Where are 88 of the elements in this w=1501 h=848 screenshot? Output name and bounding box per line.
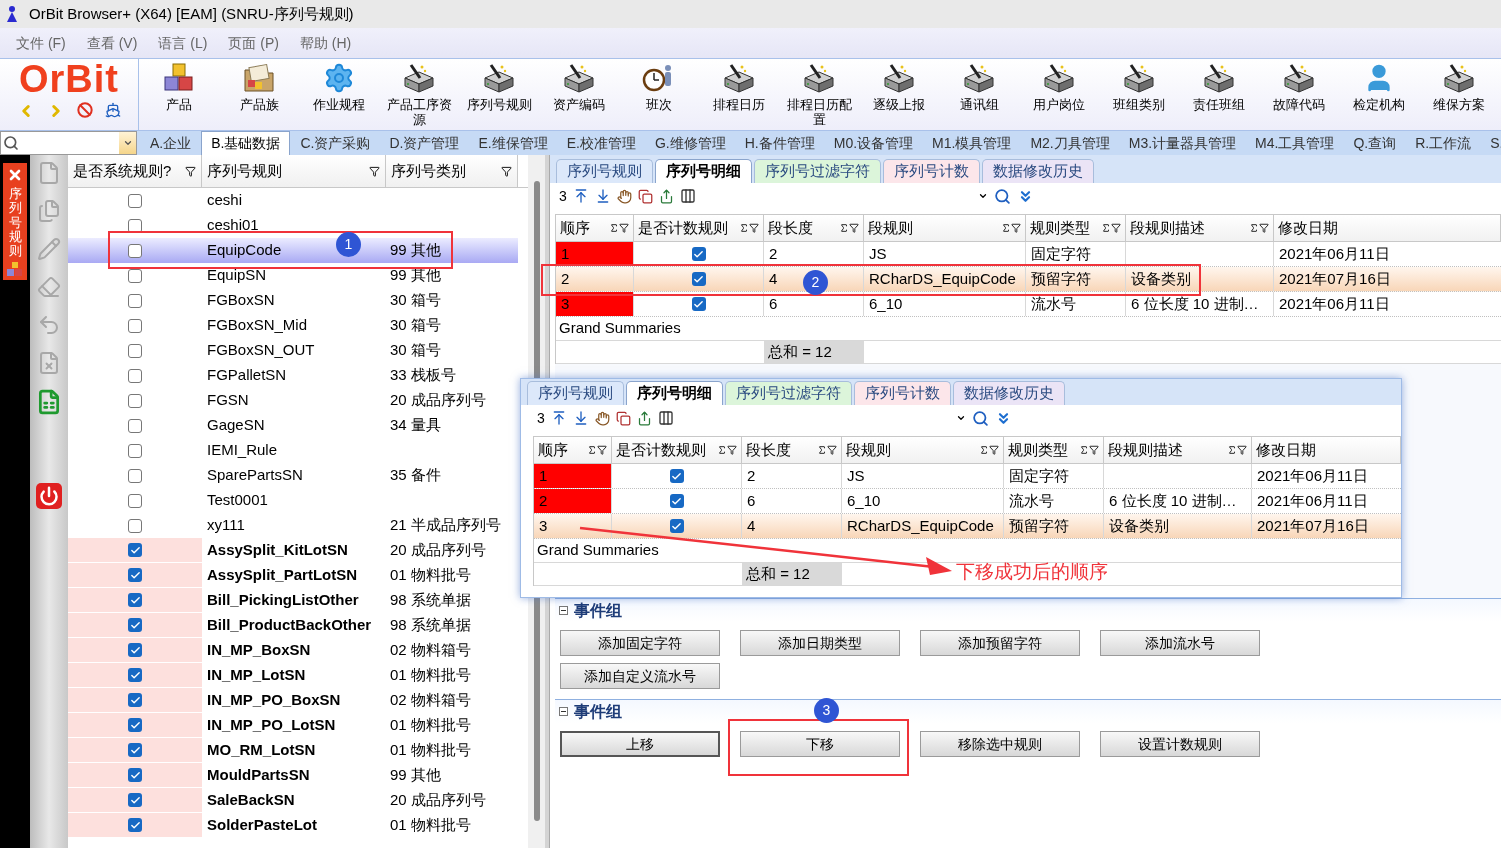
table-cell: JS (864, 242, 1026, 266)
table-cell-text: 98 系统单据 (390, 615, 471, 636)
table-cell: 1 (534, 464, 612, 488)
table-cell: 2 (764, 242, 864, 266)
summary-cell: 总和 = 12 (764, 341, 864, 363)
callout-label: 下移成功后的顺序 (956, 560, 1108, 584)
table-cell-text: 20 成品序列号 (390, 390, 486, 411)
table-cell-text: 30 箱号 (390, 290, 441, 311)
logo: OrBit (19, 59, 119, 99)
table-cell-text: 6 位长度 10 进制… (1109, 490, 1237, 511)
table-cell-text: 34 量具 (390, 415, 441, 436)
table-cell-text: 6 位长度 10 进制… (1131, 293, 1259, 314)
table-cell-text: EquipSN (207, 265, 267, 286)
table-cell-text: 20 成品序列号 (390, 790, 486, 811)
table-cell-text: FGSN (207, 390, 249, 411)
table-cell: RCharDS_EquipCode (864, 267, 1026, 291)
table-cell-text: IEMI_Rule (207, 440, 278, 461)
table-cell-text: SaleBackSN (207, 790, 295, 811)
table-cell: 流水号 (1004, 489, 1104, 513)
window-title: OrBit Browser+ (X64) [EAM] (SNRU-序列号规则) (29, 3, 354, 24)
table-cell: 预留字符 (1004, 514, 1104, 538)
table-cell-text: 99 其他 (390, 765, 441, 786)
table-cell-text: 21 半成品序列号 (390, 515, 501, 536)
table-cell: 固定字符 (1004, 464, 1104, 488)
table-cell-text: FGBoxSN_OUT (207, 340, 315, 361)
table-cell-text: 30 箱号 (390, 340, 441, 361)
table-cell-text: 2021年06月11日 (1278, 243, 1391, 264)
table-cell-text: 99 其他 (390, 240, 441, 261)
table-cell-text: SolderPasteLot (207, 815, 318, 836)
table-cell-text: MO_RM_LotSN (207, 740, 316, 761)
summary-cell: 总和 = 12 (742, 563, 842, 585)
table-cell-text: 2021年06月11日 (1256, 465, 1369, 486)
table-cell-text: FGBoxSN_Mid (207, 315, 308, 336)
table-cell: 6 (742, 489, 842, 513)
table-cell-text: FGPalletSN (207, 365, 287, 386)
table-cell-text: SparePartsSN (207, 465, 303, 486)
table-cell-text: xy111 (207, 515, 245, 536)
table-cell-text: 33 栈板号 (390, 365, 456, 386)
table-cell-text: 20 成品序列号 (390, 540, 486, 561)
table-cell: 预留字符 (1026, 267, 1126, 291)
table-cell-text: IN_MP_LotSN (207, 665, 306, 686)
table-cell-text: 2021年06月11日 (1256, 490, 1369, 511)
table-cell-text: IN_MP_BoxSN (207, 640, 311, 661)
table-cell: 6_10 (842, 489, 1004, 513)
table-cell: 4 (742, 514, 842, 538)
record-count: 3 (537, 408, 545, 428)
table-cell-text: ceshi (207, 190, 243, 211)
table-cell-text: 设备类别 (1131, 268, 1191, 289)
table-cell: 3 (534, 514, 612, 538)
table-cell: 6_10 (864, 292, 1026, 316)
table-cell: 2 (556, 267, 634, 291)
table-cell-text: MouldPartsSN (207, 765, 310, 786)
summary-label: Grand Summaries (559, 318, 681, 339)
table-cell-text: ceshi01 (207, 215, 259, 236)
table-cell-text: Bill_PickingListOther (207, 590, 359, 611)
table-cell-text: AssySplit_PartLotSN (207, 565, 358, 586)
table-cell-text: 30 箱号 (390, 315, 441, 336)
table-cell-text: Bill_ProductBackOther (207, 615, 372, 636)
table-cell: 2 (534, 489, 612, 513)
table-cell-text: 2021年07月16日 (1256, 515, 1370, 536)
table-cell: 1 (556, 242, 634, 266)
table-cell: 2 (742, 464, 842, 488)
table-cell-text: AssySplit_KitLotSN (207, 540, 348, 561)
table-cell: RCharDS_EquipCode (842, 514, 1004, 538)
table-cell-text: 01 物料批号 (390, 565, 471, 586)
table-cell-text: 2021年07月16日 (1278, 268, 1392, 289)
table-cell-text: 01 物料批号 (390, 740, 471, 761)
summary-label: Grand Summaries (537, 540, 659, 561)
table-cell: 固定字符 (1026, 242, 1126, 266)
record-count: 3 (559, 186, 567, 206)
table-cell-text: 35 备件 (390, 465, 441, 486)
table-cell-text: GageSN (207, 415, 265, 436)
table-cell-text: 01 物料批号 (390, 715, 471, 736)
table-cell-text: 01 物料批号 (390, 665, 471, 686)
table-cell: 3 (556, 292, 634, 316)
table-cell-text: 2021年06月11日 (1278, 293, 1391, 314)
table-cell-text: IN_MP_PO_LotSN (207, 715, 336, 736)
table-cell-text: 01 物料批号 (390, 815, 471, 836)
table-cell: JS (842, 464, 1004, 488)
table-cell-text: 98 系统单据 (390, 590, 471, 611)
table-cell: 流水号 (1026, 292, 1126, 316)
table-cell-text: 设备类别 (1109, 515, 1169, 536)
table-cell-text: 02 物料箱号 (390, 690, 471, 711)
table-cell-text: 02 物料箱号 (390, 640, 471, 661)
table-cell-text: Test0001 (207, 490, 268, 511)
table-cell-text: IN_MP_PO_BoxSN (207, 690, 341, 711)
table-cell-text: FGBoxSN (207, 290, 275, 311)
table-cell-text: EquipCode (207, 240, 282, 261)
